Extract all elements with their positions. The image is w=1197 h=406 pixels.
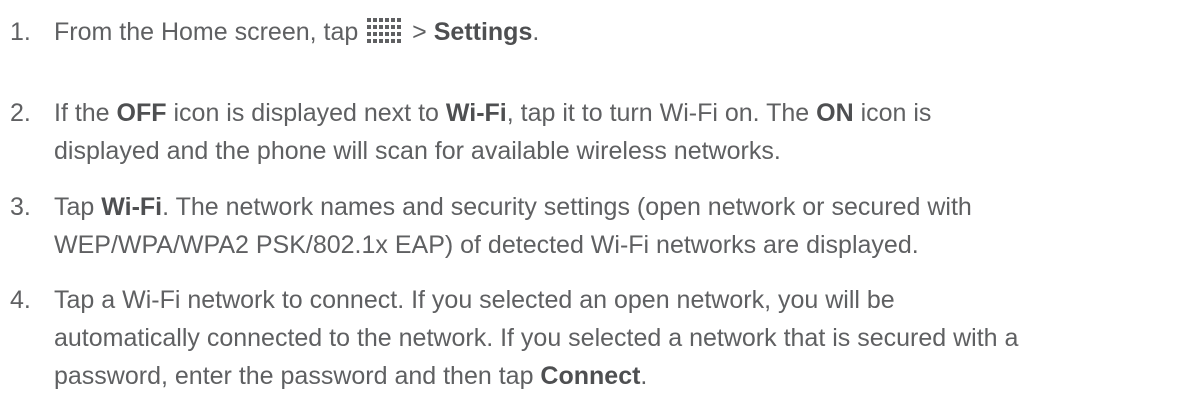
step-number: 3. bbox=[10, 193, 31, 221]
text-segment: . bbox=[640, 362, 648, 390]
text-segment: icon is bbox=[853, 99, 932, 127]
step-text: Tap a Wi-Fi network to connect. If you s… bbox=[54, 281, 1195, 395]
step-text: If the OFF icon is displayed next to Wi-… bbox=[54, 94, 1195, 170]
text-segment: > bbox=[405, 18, 434, 46]
text-segment: Tap bbox=[54, 193, 102, 221]
step-number: 1. bbox=[10, 18, 31, 46]
step-text: Tap Wi-Fi. The network names and securit… bbox=[54, 188, 1195, 264]
text-segment: icon is displayed next to bbox=[166, 99, 446, 127]
text-segment: automatically connected to the network. … bbox=[54, 324, 1019, 352]
text-segment: Tap a Wi-Fi network to connect. If you s… bbox=[54, 286, 895, 314]
step-3: 3. Tap Wi-Fi. The network names and secu… bbox=[10, 188, 1195, 264]
text-segment: . bbox=[532, 18, 540, 46]
settings-label: Settings bbox=[433, 18, 533, 46]
step-2: 2. If the OFF icon is displayed next to … bbox=[10, 94, 1195, 170]
step-4: 4. Tap a Wi-Fi network to connect. If yo… bbox=[10, 281, 1195, 395]
apps-grid-icon bbox=[367, 18, 402, 43]
off-label: OFF bbox=[116, 99, 167, 127]
step-text: From the Home screen, tap > Settings. bbox=[54, 13, 1195, 51]
text-segment: . The network names and security setting… bbox=[162, 193, 972, 221]
text-segment: If the bbox=[54, 99, 117, 127]
step-number: 4. bbox=[10, 286, 31, 314]
step-1: 1. From the Home screen, tap > Settings. bbox=[10, 13, 1195, 51]
text-segment: From the Home screen, tap bbox=[54, 18, 366, 46]
text-segment: WEP/WPA/WPA2 PSK/802.1x EAP) of detected… bbox=[54, 231, 919, 259]
step-number: 2. bbox=[10, 99, 31, 127]
wifi-label: Wi-Fi bbox=[101, 193, 163, 221]
text-segment: displayed and the phone will scan for av… bbox=[54, 137, 781, 165]
connect-label: Connect bbox=[540, 362, 641, 390]
wifi-label: Wi-Fi bbox=[445, 99, 507, 127]
text-segment: , tap it to turn Wi-Fi on. The bbox=[506, 99, 817, 127]
on-label: ON bbox=[816, 99, 854, 127]
text-segment: password, enter the password and then ta… bbox=[54, 362, 541, 390]
